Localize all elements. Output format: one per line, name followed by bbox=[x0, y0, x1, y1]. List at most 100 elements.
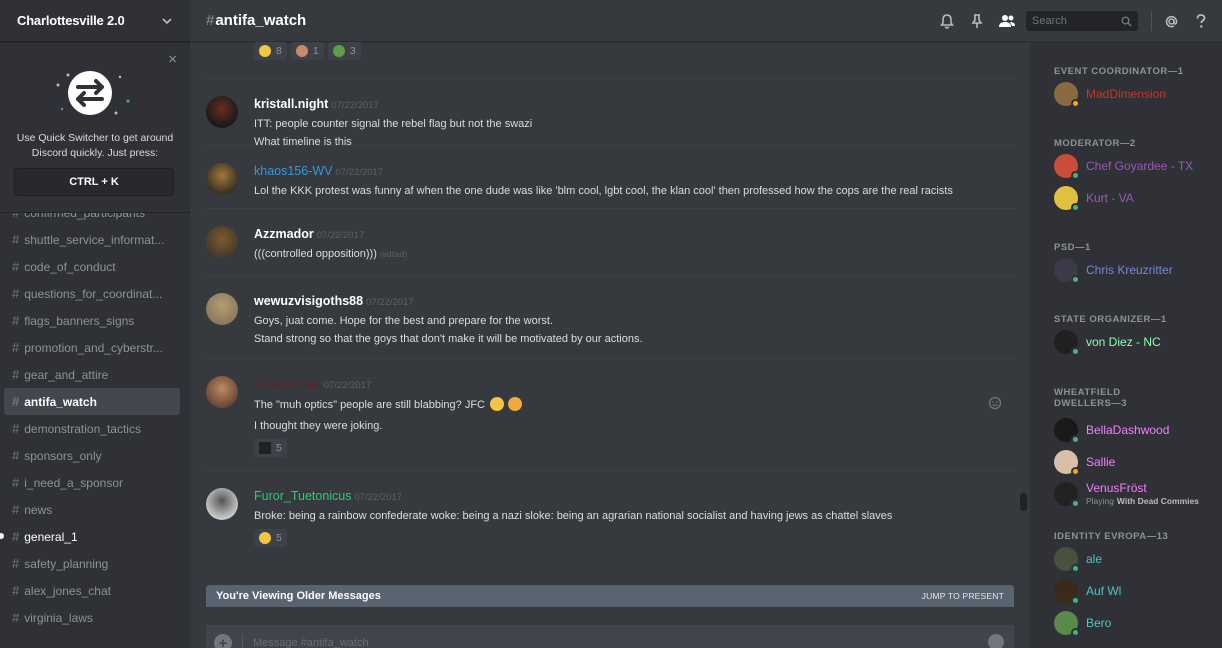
member-name: Bero bbox=[1086, 616, 1112, 630]
emoji-picker-icon[interactable] bbox=[988, 634, 1004, 648]
member-item[interactable]: Chef Goyardee - TX bbox=[1054, 153, 1214, 180]
member-item[interactable]: von Diez - NC bbox=[1054, 329, 1214, 356]
member-item[interactable]: Bero bbox=[1054, 610, 1214, 637]
avatar[interactable] bbox=[206, 96, 238, 128]
message-input[interactable]: + Message #antifa_watch bbox=[206, 625, 1014, 648]
member-name: ale bbox=[1086, 552, 1103, 566]
hash-icon: # bbox=[12, 259, 20, 274]
member-item[interactable]: MadDimension bbox=[1054, 81, 1214, 108]
avatar[interactable] bbox=[206, 163, 238, 195]
member-item[interactable]: BellaDashwood bbox=[1054, 417, 1214, 444]
message-body: wewuzvisigoths88 07/22/2017 Goys, juat com… bbox=[254, 292, 974, 346]
avatar[interactable] bbox=[206, 293, 238, 325]
member-item[interactable]: Auf Wl bbox=[1054, 578, 1214, 605]
status-dot-icon bbox=[1071, 596, 1080, 605]
channel-item[interactable]: # virginia_laws bbox=[4, 604, 180, 631]
member-name: Auf Wl bbox=[1086, 584, 1122, 598]
hash-icon: # bbox=[12, 502, 20, 517]
this-bit-emoji-icon bbox=[259, 442, 271, 454]
channel-name: shuttle_service_informat... bbox=[24, 232, 165, 247]
channel-item[interactable]: # gear_and_attire bbox=[4, 361, 180, 388]
channel-item[interactable]: # alex_jones_chat bbox=[4, 577, 180, 604]
message-text: (((controlled opposition))) bbox=[254, 248, 377, 260]
scrollbar[interactable] bbox=[1020, 493, 1027, 511]
message-placeholder: Message #antifa_watch bbox=[253, 637, 369, 648]
status-dot-icon bbox=[1071, 499, 1080, 508]
member-item[interactable]: Chris Kreuzritter bbox=[1054, 257, 1214, 284]
username[interactable]: Azzmador bbox=[254, 227, 314, 241]
avatar[interactable] bbox=[206, 488, 238, 520]
username[interactable]: kristall.night bbox=[254, 97, 328, 111]
channel-item[interactable]: # promotion_and_cyberstr... bbox=[4, 334, 180, 361]
quick-switcher-tip: × Use Quick Switcher to get around Disco… bbox=[0, 43, 190, 213]
quick-switcher-arrows-icon bbox=[56, 71, 130, 115]
ok-hand-emoji-icon bbox=[259, 532, 271, 544]
message-group: Gusty-Chan 07/22/2017 The "muh optics" peo… bbox=[206, 359, 1014, 471]
channel-item[interactable]: # safety_planning bbox=[4, 550, 180, 577]
message-body: khaos156-WV 07/22/2017 Lol the KKK protest… bbox=[254, 162, 974, 198]
username[interactable]: wewuzvisigoths88 bbox=[254, 294, 363, 308]
header-toolbar: Search bbox=[932, 0, 1222, 42]
message-group-partial: 8 1 3 bbox=[206, 42, 1014, 79]
channel-item[interactable]: # flags_banners_signs bbox=[4, 307, 180, 334]
username[interactable]: Furor_Tuetonicus bbox=[254, 489, 352, 503]
message-group: kristall.night 07/22/2017 ITT: people coun… bbox=[206, 79, 1014, 148]
channel-list: #confirmed_participants#shuttle_service_… bbox=[0, 199, 190, 631]
channel-name: code_of_conduct bbox=[24, 259, 116, 274]
bell-icon[interactable] bbox=[937, 11, 957, 31]
reaction[interactable]: 8 bbox=[254, 42, 287, 60]
role-header: EVENT COORDINATOR—1 bbox=[1054, 66, 1184, 77]
username[interactable]: khaos156-WV bbox=[254, 164, 333, 178]
channel-name: safety_planning bbox=[24, 556, 109, 571]
member-item[interactable]: ale bbox=[1054, 546, 1214, 573]
channel-item[interactable]: # demonstration_tactics bbox=[4, 415, 180, 442]
search-input[interactable]: Search bbox=[1026, 11, 1138, 31]
timestamp: 07/22/2017 bbox=[316, 230, 365, 241]
member-name: Kurt - VA bbox=[1086, 191, 1134, 205]
channel-name: gear_and_attire bbox=[24, 367, 109, 382]
timestamp: 07/22/2017 bbox=[323, 380, 372, 391]
channel-item[interactable]: # questions_for_coordinat... bbox=[4, 280, 180, 307]
reaction-count: 3 bbox=[349, 45, 356, 57]
member-item[interactable]: Kurt - VA bbox=[1054, 185, 1214, 212]
reaction[interactable]: 5 bbox=[254, 529, 287, 547]
username[interactable]: Gusty-Chan bbox=[254, 377, 321, 391]
avatar[interactable] bbox=[206, 226, 238, 258]
message-group: Azzmador 07/22/2017 (((controlled oppositi… bbox=[206, 209, 1014, 276]
message-list[interactable]: 81 3 kristall.night 07/22/2017 ITT: people … bbox=[190, 42, 1028, 584]
avatar[interactable] bbox=[206, 376, 238, 408]
role-header: PSD—1 bbox=[1054, 242, 1091, 253]
server-header[interactable]: Charlottesville 2.0 bbox=[0, 0, 190, 42]
upload-plus-icon[interactable]: + bbox=[214, 634, 232, 648]
avatar bbox=[1054, 611, 1080, 637]
chevron-down-icon[interactable] bbox=[161, 15, 173, 27]
channel-item[interactable]: # i_need_a_sponsor bbox=[4, 469, 180, 496]
channel-item[interactable]: # news bbox=[4, 496, 180, 523]
chat-header: #antifa_watch Search bbox=[190, 0, 1222, 42]
channel-item[interactable]: # sponsors_only bbox=[4, 442, 180, 469]
close-icon[interactable]: × bbox=[168, 52, 177, 67]
reaction[interactable]: 5 bbox=[254, 439, 287, 457]
members-icon[interactable] bbox=[997, 11, 1017, 31]
divider bbox=[1151, 11, 1152, 31]
reaction[interactable]: 3 bbox=[327, 42, 361, 60]
add-reaction-icon[interactable] bbox=[988, 396, 1002, 410]
pin-icon[interactable] bbox=[967, 11, 987, 31]
jump-to-present-button[interactable]: JUMP TO PRESENT bbox=[922, 591, 1004, 601]
member-item[interactable]: Sallie bbox=[1054, 449, 1214, 476]
help-icon[interactable] bbox=[1191, 11, 1211, 31]
message-body: Azzmador 07/22/2017 (((controlled oppositi… bbox=[254, 225, 974, 262]
member-name: MadDimension bbox=[1086, 87, 1167, 101]
channel-item[interactable]: # code_of_conduct bbox=[4, 253, 180, 280]
message-text: Lol the KKK protest was funny af when th… bbox=[254, 185, 953, 197]
channel-item[interactable]: # shuttle_service_informat... bbox=[4, 226, 180, 253]
member-item[interactable]: VenusFröst Playing With Dead Commies bbox=[1054, 481, 1214, 508]
hash-icon: # bbox=[12, 610, 20, 625]
channel-item[interactable]: # antifa_watch bbox=[4, 388, 180, 415]
message-group: wewuzvisigoths88 07/22/2017 Goys, juat com… bbox=[206, 276, 1014, 359]
member-name: von Diez - NC bbox=[1086, 335, 1161, 349]
channel-item[interactable]: # general_1 bbox=[0, 523, 180, 550]
member-name: Chef Goyardee - TX bbox=[1086, 159, 1194, 173]
mention-icon[interactable] bbox=[1161, 11, 1181, 31]
reaction[interactable]: 1 bbox=[290, 42, 324, 60]
